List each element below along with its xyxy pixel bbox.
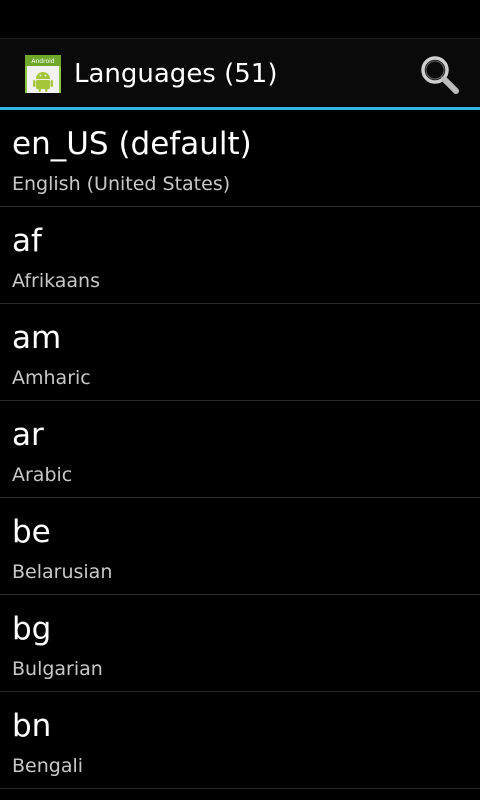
list-item[interactable]: af Afrikaans	[0, 207, 480, 304]
android-robot-icon[interactable]: Android	[25, 55, 61, 93]
language-code: ar	[12, 417, 44, 453]
list-item[interactable]: ar Arabic	[0, 401, 480, 498]
language-name: Belarusian	[12, 561, 113, 583]
list-item[interactable]: am Amharic	[0, 304, 480, 401]
list-item[interactable]: en_US (default) English (United States)	[0, 110, 480, 207]
language-name: Bengali	[12, 755, 84, 777]
language-name: Amharic	[12, 367, 91, 389]
page-title: Languages (51)	[74, 59, 278, 89]
language-code: am	[12, 320, 62, 356]
status-bar	[0, 0, 480, 39]
language-code: af	[12, 223, 42, 259]
language-name: English (United States)	[12, 173, 231, 195]
language-list: en_US (default) English (United States) …	[0, 110, 480, 789]
list-item[interactable]: bn Bengali	[0, 692, 480, 789]
language-code: bg	[12, 611, 52, 647]
language-name: Afrikaans	[12, 270, 100, 292]
search-icon[interactable]	[418, 53, 462, 97]
language-code: be	[12, 514, 51, 550]
list-item[interactable]: bg Bulgarian	[0, 595, 480, 692]
language-code: bn	[12, 708, 52, 744]
language-name: Arabic	[12, 464, 73, 486]
action-bar: Android Languages (51)	[0, 39, 480, 110]
list-item[interactable]: be Belarusian	[0, 498, 480, 595]
language-code: en_US (default)	[12, 126, 252, 162]
language-name: Bulgarian	[12, 658, 103, 680]
app-icon-label: Android	[31, 58, 54, 65]
